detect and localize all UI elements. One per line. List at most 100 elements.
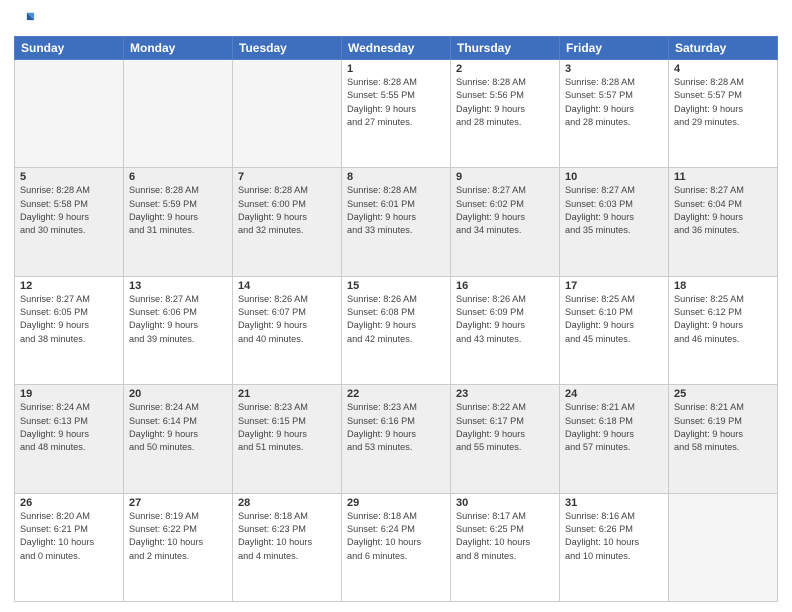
- calendar-cell: [15, 60, 124, 168]
- day-info: Sunrise: 8:18 AMSunset: 6:24 PMDaylight:…: [347, 510, 445, 563]
- calendar-cell: 25Sunrise: 8:21 AMSunset: 6:19 PMDayligh…: [669, 385, 778, 493]
- day-number: 24: [565, 388, 663, 400]
- day-info: Sunrise: 8:23 AMSunset: 6:16 PMDaylight:…: [347, 401, 445, 454]
- calendar-cell: 3Sunrise: 8:28 AMSunset: 5:57 PMDaylight…: [560, 60, 669, 168]
- day-number: 11: [674, 171, 772, 183]
- calendar-cell: [233, 60, 342, 168]
- day-info: Sunrise: 8:19 AMSunset: 6:22 PMDaylight:…: [129, 510, 227, 563]
- day-info: Sunrise: 8:16 AMSunset: 6:26 PMDaylight:…: [565, 510, 663, 563]
- calendar-row-0: 1Sunrise: 8:28 AMSunset: 5:55 PMDaylight…: [15, 60, 778, 168]
- calendar-row-2: 12Sunrise: 8:27 AMSunset: 6:05 PMDayligh…: [15, 276, 778, 384]
- day-number: 25: [674, 388, 772, 400]
- weekday-header-sunday: Sunday: [15, 37, 124, 60]
- calendar-header-row: SundayMondayTuesdayWednesdayThursdayFrid…: [15, 37, 778, 60]
- day-info: Sunrise: 8:24 AMSunset: 6:14 PMDaylight:…: [129, 401, 227, 454]
- day-number: 23: [456, 388, 554, 400]
- calendar-cell: 28Sunrise: 8:18 AMSunset: 6:23 PMDayligh…: [233, 493, 342, 601]
- day-number: 29: [347, 497, 445, 509]
- day-number: 13: [129, 280, 227, 292]
- day-info: Sunrise: 8:21 AMSunset: 6:19 PMDaylight:…: [674, 401, 772, 454]
- day-info: Sunrise: 8:26 AMSunset: 6:08 PMDaylight:…: [347, 293, 445, 346]
- day-info: Sunrise: 8:18 AMSunset: 6:23 PMDaylight:…: [238, 510, 336, 563]
- day-number: 21: [238, 388, 336, 400]
- day-info: Sunrise: 8:28 AMSunset: 6:00 PMDaylight:…: [238, 184, 336, 237]
- calendar-cell: 10Sunrise: 8:27 AMSunset: 6:03 PMDayligh…: [560, 168, 669, 276]
- weekday-header-tuesday: Tuesday: [233, 37, 342, 60]
- calendar-cell: 6Sunrise: 8:28 AMSunset: 5:59 PMDaylight…: [124, 168, 233, 276]
- day-number: 26: [20, 497, 118, 509]
- day-info: Sunrise: 8:21 AMSunset: 6:18 PMDaylight:…: [565, 401, 663, 454]
- calendar-row-1: 5Sunrise: 8:28 AMSunset: 5:58 PMDaylight…: [15, 168, 778, 276]
- header: [14, 10, 778, 32]
- day-info: Sunrise: 8:27 AMSunset: 6:04 PMDaylight:…: [674, 184, 772, 237]
- calendar-cell: 20Sunrise: 8:24 AMSunset: 6:14 PMDayligh…: [124, 385, 233, 493]
- logo-icon: [14, 10, 36, 32]
- day-info: Sunrise: 8:25 AMSunset: 6:12 PMDaylight:…: [674, 293, 772, 346]
- day-info: Sunrise: 8:17 AMSunset: 6:25 PMDaylight:…: [456, 510, 554, 563]
- day-info: Sunrise: 8:28 AMSunset: 5:57 PMDaylight:…: [565, 76, 663, 129]
- day-number: 15: [347, 280, 445, 292]
- calendar-cell: 30Sunrise: 8:17 AMSunset: 6:25 PMDayligh…: [451, 493, 560, 601]
- calendar-cell: 31Sunrise: 8:16 AMSunset: 6:26 PMDayligh…: [560, 493, 669, 601]
- day-info: Sunrise: 8:22 AMSunset: 6:17 PMDaylight:…: [456, 401, 554, 454]
- calendar-cell: 12Sunrise: 8:27 AMSunset: 6:05 PMDayligh…: [15, 276, 124, 384]
- day-number: 17: [565, 280, 663, 292]
- calendar-cell: 7Sunrise: 8:28 AMSunset: 6:00 PMDaylight…: [233, 168, 342, 276]
- day-number: 2: [456, 63, 554, 75]
- day-info: Sunrise: 8:27 AMSunset: 6:05 PMDaylight:…: [20, 293, 118, 346]
- day-number: 18: [674, 280, 772, 292]
- calendar-cell: 1Sunrise: 8:28 AMSunset: 5:55 PMDaylight…: [342, 60, 451, 168]
- calendar-row-4: 26Sunrise: 8:20 AMSunset: 6:21 PMDayligh…: [15, 493, 778, 601]
- day-number: 22: [347, 388, 445, 400]
- calendar-cell: 22Sunrise: 8:23 AMSunset: 6:16 PMDayligh…: [342, 385, 451, 493]
- calendar-cell: [124, 60, 233, 168]
- day-number: 6: [129, 171, 227, 183]
- day-info: Sunrise: 8:28 AMSunset: 6:01 PMDaylight:…: [347, 184, 445, 237]
- day-number: 8: [347, 171, 445, 183]
- day-info: Sunrise: 8:28 AMSunset: 5:56 PMDaylight:…: [456, 76, 554, 129]
- calendar-row-3: 19Sunrise: 8:24 AMSunset: 6:13 PMDayligh…: [15, 385, 778, 493]
- day-info: Sunrise: 8:26 AMSunset: 6:07 PMDaylight:…: [238, 293, 336, 346]
- day-info: Sunrise: 8:27 AMSunset: 6:03 PMDaylight:…: [565, 184, 663, 237]
- calendar-cell: 29Sunrise: 8:18 AMSunset: 6:24 PMDayligh…: [342, 493, 451, 601]
- day-number: 12: [20, 280, 118, 292]
- calendar-cell: [669, 493, 778, 601]
- calendar-cell: 18Sunrise: 8:25 AMSunset: 6:12 PMDayligh…: [669, 276, 778, 384]
- page: SundayMondayTuesdayWednesdayThursdayFrid…: [0, 0, 792, 612]
- day-info: Sunrise: 8:28 AMSunset: 5:59 PMDaylight:…: [129, 184, 227, 237]
- calendar-cell: 8Sunrise: 8:28 AMSunset: 6:01 PMDaylight…: [342, 168, 451, 276]
- calendar-cell: 23Sunrise: 8:22 AMSunset: 6:17 PMDayligh…: [451, 385, 560, 493]
- calendar-cell: 24Sunrise: 8:21 AMSunset: 6:18 PMDayligh…: [560, 385, 669, 493]
- calendar-cell: 14Sunrise: 8:26 AMSunset: 6:07 PMDayligh…: [233, 276, 342, 384]
- day-number: 3: [565, 63, 663, 75]
- day-info: Sunrise: 8:28 AMSunset: 5:55 PMDaylight:…: [347, 76, 445, 129]
- weekday-header-friday: Friday: [560, 37, 669, 60]
- weekday-header-monday: Monday: [124, 37, 233, 60]
- day-info: Sunrise: 8:27 AMSunset: 6:02 PMDaylight:…: [456, 184, 554, 237]
- day-info: Sunrise: 8:27 AMSunset: 6:06 PMDaylight:…: [129, 293, 227, 346]
- day-number: 30: [456, 497, 554, 509]
- calendar-table: SundayMondayTuesdayWednesdayThursdayFrid…: [14, 36, 778, 602]
- day-info: Sunrise: 8:26 AMSunset: 6:09 PMDaylight:…: [456, 293, 554, 346]
- calendar-cell: 4Sunrise: 8:28 AMSunset: 5:57 PMDaylight…: [669, 60, 778, 168]
- day-number: 19: [20, 388, 118, 400]
- day-info: Sunrise: 8:23 AMSunset: 6:15 PMDaylight:…: [238, 401, 336, 454]
- day-number: 31: [565, 497, 663, 509]
- day-info: Sunrise: 8:28 AMSunset: 5:57 PMDaylight:…: [674, 76, 772, 129]
- day-number: 20: [129, 388, 227, 400]
- calendar-cell: 26Sunrise: 8:20 AMSunset: 6:21 PMDayligh…: [15, 493, 124, 601]
- day-info: Sunrise: 8:20 AMSunset: 6:21 PMDaylight:…: [20, 510, 118, 563]
- calendar-cell: 11Sunrise: 8:27 AMSunset: 6:04 PMDayligh…: [669, 168, 778, 276]
- calendar-cell: 5Sunrise: 8:28 AMSunset: 5:58 PMDaylight…: [15, 168, 124, 276]
- day-number: 1: [347, 63, 445, 75]
- calendar-cell: 2Sunrise: 8:28 AMSunset: 5:56 PMDaylight…: [451, 60, 560, 168]
- calendar-cell: 19Sunrise: 8:24 AMSunset: 6:13 PMDayligh…: [15, 385, 124, 493]
- calendar-cell: 13Sunrise: 8:27 AMSunset: 6:06 PMDayligh…: [124, 276, 233, 384]
- day-number: 7: [238, 171, 336, 183]
- calendar-cell: 27Sunrise: 8:19 AMSunset: 6:22 PMDayligh…: [124, 493, 233, 601]
- day-info: Sunrise: 8:25 AMSunset: 6:10 PMDaylight:…: [565, 293, 663, 346]
- day-number: 5: [20, 171, 118, 183]
- day-info: Sunrise: 8:28 AMSunset: 5:58 PMDaylight:…: [20, 184, 118, 237]
- calendar-cell: 15Sunrise: 8:26 AMSunset: 6:08 PMDayligh…: [342, 276, 451, 384]
- calendar-cell: 16Sunrise: 8:26 AMSunset: 6:09 PMDayligh…: [451, 276, 560, 384]
